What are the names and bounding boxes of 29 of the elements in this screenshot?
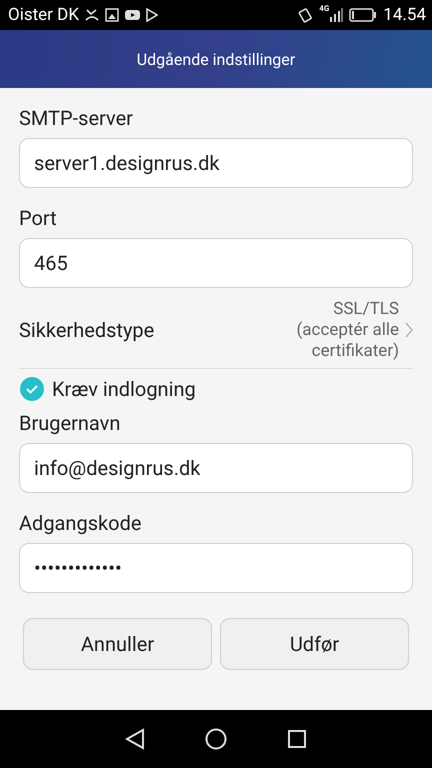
play-store-icon xyxy=(146,8,158,22)
setting-label: Sikkerhedstype xyxy=(19,318,156,342)
input-field[interactable]: info@designrus.dk xyxy=(19,443,413,493)
action-button[interactable]: Udfør xyxy=(220,618,409,670)
image-icon xyxy=(104,8,119,22)
field-label: Port xyxy=(19,205,58,232)
input-field[interactable]: 465 xyxy=(19,238,413,288)
setting-value[interactable]: SSL/TLS (acceptér alle certifikater) xyxy=(296,298,399,362)
field-label: Brugernavn xyxy=(19,410,122,437)
carrier-name: Oister DK xyxy=(8,5,79,25)
vibrate-icon xyxy=(297,7,314,23)
network-type: 4G xyxy=(319,4,330,13)
field-label: SMTP-server xyxy=(19,105,134,132)
video-icon xyxy=(124,9,140,21)
field-label: Adgangskode xyxy=(19,510,142,537)
chevron-right-icon xyxy=(405,322,413,338)
input-field[interactable]: ••••••••••••• xyxy=(19,543,413,593)
signal-icon xyxy=(329,7,344,23)
screen-title: Udgående indstillinger xyxy=(136,50,296,68)
battery-icon xyxy=(349,8,378,22)
input-field[interactable]: server1.designrus.dk xyxy=(19,138,413,188)
missed-call-icon xyxy=(84,8,99,22)
clock-time: 14.54 xyxy=(383,5,426,25)
checkbox-label: Kræv indlogning xyxy=(52,377,196,401)
checkbox[interactable] xyxy=(20,377,44,401)
action-button[interactable]: Annuller xyxy=(23,618,212,670)
back-icon[interactable] xyxy=(125,728,145,750)
recents-icon[interactable] xyxy=(287,729,307,749)
home-icon[interactable] xyxy=(205,728,227,750)
